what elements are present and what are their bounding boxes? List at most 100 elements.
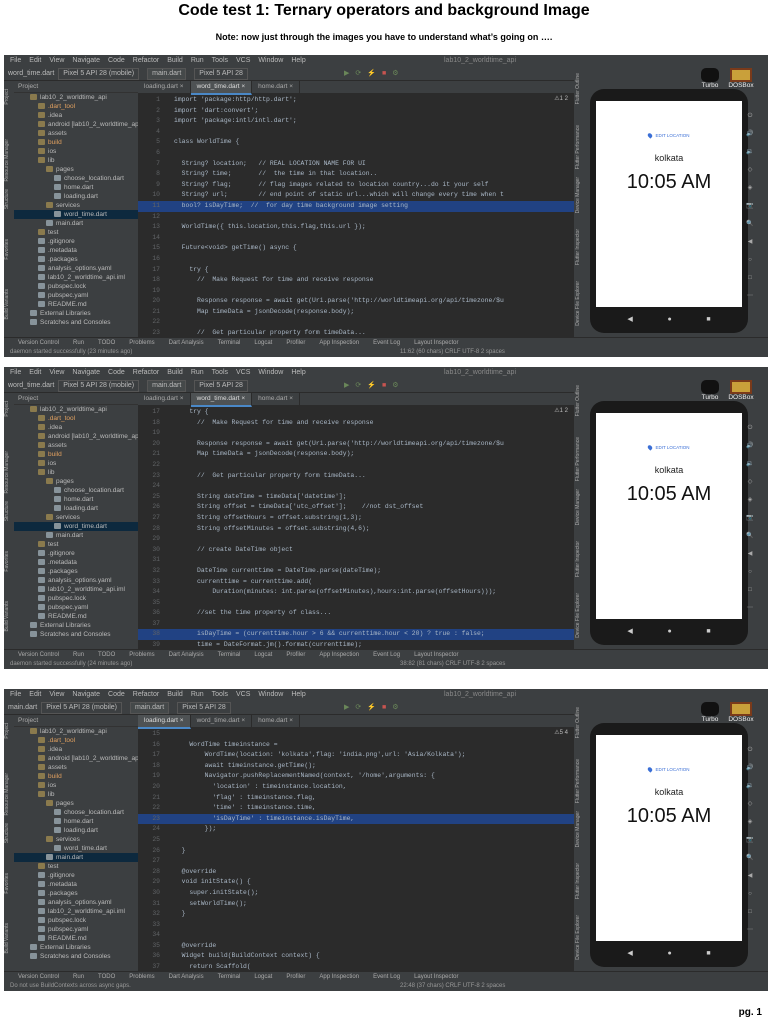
emulator-control-icon[interactable]: 🔍	[746, 215, 754, 233]
tree-item[interactable]: ios	[14, 459, 138, 468]
left-strip-tab[interactable]: Structure	[4, 823, 14, 843]
menu-item[interactable]: Navigate	[72, 57, 100, 64]
cursor-position[interactable]: 22:48 (37 chars) CRLF UTF-8 2 spaces	[400, 981, 505, 991]
edit-location-button[interactable]: EDIT LOCATION	[596, 766, 742, 773]
tree-item[interactable]: Scratches and Consoles	[14, 952, 138, 961]
right-strip-tab[interactable]: Flutter Inspector	[575, 863, 585, 899]
back-icon[interactable]: ◀	[627, 949, 632, 957]
right-strip-tab[interactable]: Device File Explorer	[575, 593, 585, 638]
right-strip-tab[interactable]: Device Manager	[575, 177, 585, 213]
tool-window-tab[interactable]: Version Control	[18, 974, 59, 980]
menu-item[interactable]: Refactor	[133, 57, 159, 64]
tree-item[interactable]: .metadata	[14, 880, 138, 889]
tree-item[interactable]: .metadata	[14, 558, 138, 567]
emulator-control-icon[interactable]: ○	[746, 563, 754, 581]
run-config-selector[interactable]: main.dart	[147, 68, 187, 80]
menu-item[interactable]: Navigate	[72, 691, 100, 698]
menu-item[interactable]: Code	[108, 369, 125, 376]
tree-item[interactable]: word_time.dart	[14, 844, 138, 853]
tree-item[interactable]: choose_location.dart	[14, 174, 138, 183]
menu-item[interactable]: Tools	[212, 57, 228, 64]
tree-item[interactable]: word_time.dart	[14, 210, 138, 219]
left-strip-tab[interactable]: Project	[4, 723, 14, 739]
run-icon[interactable]: ▶	[344, 704, 355, 711]
right-strip-tab[interactable]: Flutter Performance	[575, 437, 585, 481]
emulator-control-icon[interactable]: ◇	[746, 473, 754, 491]
left-strip-tab[interactable]: Build Variants	[4, 289, 14, 319]
tree-item[interactable]: test	[14, 540, 138, 549]
editor-tab[interactable]: loading.dart ×	[138, 715, 191, 729]
menu-item[interactable]: Code	[108, 57, 125, 64]
tree-item[interactable]: services	[14, 201, 138, 210]
left-strip-tab[interactable]: Resource Manager	[4, 773, 14, 816]
edit-location-button[interactable]: EDIT LOCATION	[596, 444, 742, 451]
tree-item[interactable]: README.md	[14, 300, 138, 309]
settings-icon[interactable]: ⚙	[392, 70, 404, 77]
tool-window-tab[interactable]: Event Log	[373, 340, 400, 346]
emulator-control-icon[interactable]: ◈	[746, 813, 754, 831]
tool-window-tab[interactable]: Profiler	[286, 652, 305, 658]
tree-item[interactable]: build	[14, 772, 138, 781]
run-icon[interactable]: ▶	[344, 382, 355, 389]
dosbox-shortcut[interactable]: DOSBox	[728, 701, 754, 723]
right-strip-tab[interactable]: Flutter Outline	[575, 385, 585, 416]
tree-item[interactable]: analysis_options.yaml	[14, 264, 138, 273]
tool-window-tab[interactable]: App Inspection	[319, 340, 359, 346]
tool-window-tab[interactable]: Logcat	[254, 974, 272, 980]
emulator-control-icon[interactable]: ○	[746, 251, 754, 269]
recents-icon[interactable]: ■	[706, 628, 710, 635]
tree-item[interactable]: build	[14, 450, 138, 459]
left-strip-tab[interactable]: Favorites	[4, 239, 14, 260]
menu-item[interactable]: View	[49, 57, 64, 64]
emulator-control-icon[interactable]: ◀	[746, 233, 754, 251]
tree-item[interactable]: android [lab10_2_worldtime_api_android]	[14, 754, 138, 763]
emulator-control-icon[interactable]: 🔊	[746, 437, 754, 455]
tree-item[interactable]: assets	[14, 129, 138, 138]
tree-item[interactable]: services	[14, 835, 138, 844]
home-icon[interactable]: ●	[667, 950, 671, 957]
tree-item[interactable]: .dart_tool	[14, 102, 138, 111]
tree-item[interactable]: assets	[14, 763, 138, 772]
menu-item[interactable]: VCS	[236, 369, 250, 376]
editor-tab[interactable]: home.dart ×	[252, 81, 301, 93]
emulator-control-icon[interactable]: 🔉	[746, 143, 754, 161]
device-selector[interactable]: Pixel 5 API 28 (mobile)	[41, 702, 122, 714]
left-strip-tab[interactable]: Project	[4, 401, 14, 417]
tool-window-tab[interactable]: Profiler	[286, 974, 305, 980]
turbo-cpp-shortcut[interactable]: Turbo	[698, 379, 722, 401]
menu-item[interactable]: VCS	[236, 691, 250, 698]
hot-reload-icon[interactable]: ⚡	[367, 70, 382, 77]
tree-item[interactable]: lab10_2_worldtime_api	[14, 93, 138, 102]
device-selector[interactable]: Pixel 5 API 28 (mobile)	[58, 68, 140, 80]
left-strip-tab[interactable]: Structure	[4, 501, 14, 521]
tree-item[interactable]: pubspec.lock	[14, 594, 138, 603]
tree-item[interactable]: .dart_tool	[14, 736, 138, 745]
emulator-selector[interactable]: Pixel 5 API 28	[194, 68, 248, 80]
emulator-control-icon[interactable]: 🔍	[746, 527, 754, 545]
tool-window-tab[interactable]: TODO	[98, 974, 115, 980]
reload-icon[interactable]: ⟳	[355, 382, 367, 389]
right-strip-tab[interactable]: Flutter Performance	[575, 759, 585, 803]
right-strip-tab[interactable]: Device Manager	[575, 811, 585, 847]
tool-window-tab[interactable]: Problems	[129, 974, 154, 980]
tree-item[interactable]: android [lab10_2_worldtime_api_android]	[14, 120, 138, 129]
tool-window-tab[interactable]: Layout Inspector	[414, 974, 458, 980]
emulator-control-icon[interactable]: □	[746, 269, 754, 287]
tool-window-tab[interactable]: App Inspection	[319, 974, 359, 980]
menu-item[interactable]: Edit	[29, 57, 41, 64]
emulator-control-icon[interactable]: ◀	[746, 867, 754, 885]
tree-item[interactable]: analysis_options.yaml	[14, 576, 138, 585]
tree-item[interactable]: .gitignore	[14, 549, 138, 558]
tool-window-tab[interactable]: Run	[73, 652, 84, 658]
editor-tab[interactable]: word_time.dart ×	[191, 715, 253, 727]
tool-window-tab[interactable]: Run	[73, 340, 84, 346]
emulator-control-icon[interactable]: ◈	[746, 179, 754, 197]
code-area[interactable]: 1 import 'package:http/http.dart'; 2 import…	[138, 95, 574, 337]
tree-item[interactable]: lab10_2_worldtime_api.iml	[14, 585, 138, 594]
tree-item[interactable]: .idea	[14, 745, 138, 754]
menu-item[interactable]: Window	[258, 57, 283, 64]
tree-item[interactable]: word_time.dart	[14, 522, 138, 531]
menu-item[interactable]: Code	[108, 691, 125, 698]
menu-item[interactable]: Navigate	[72, 369, 100, 376]
tree-item[interactable]: pubspec.lock	[14, 916, 138, 925]
